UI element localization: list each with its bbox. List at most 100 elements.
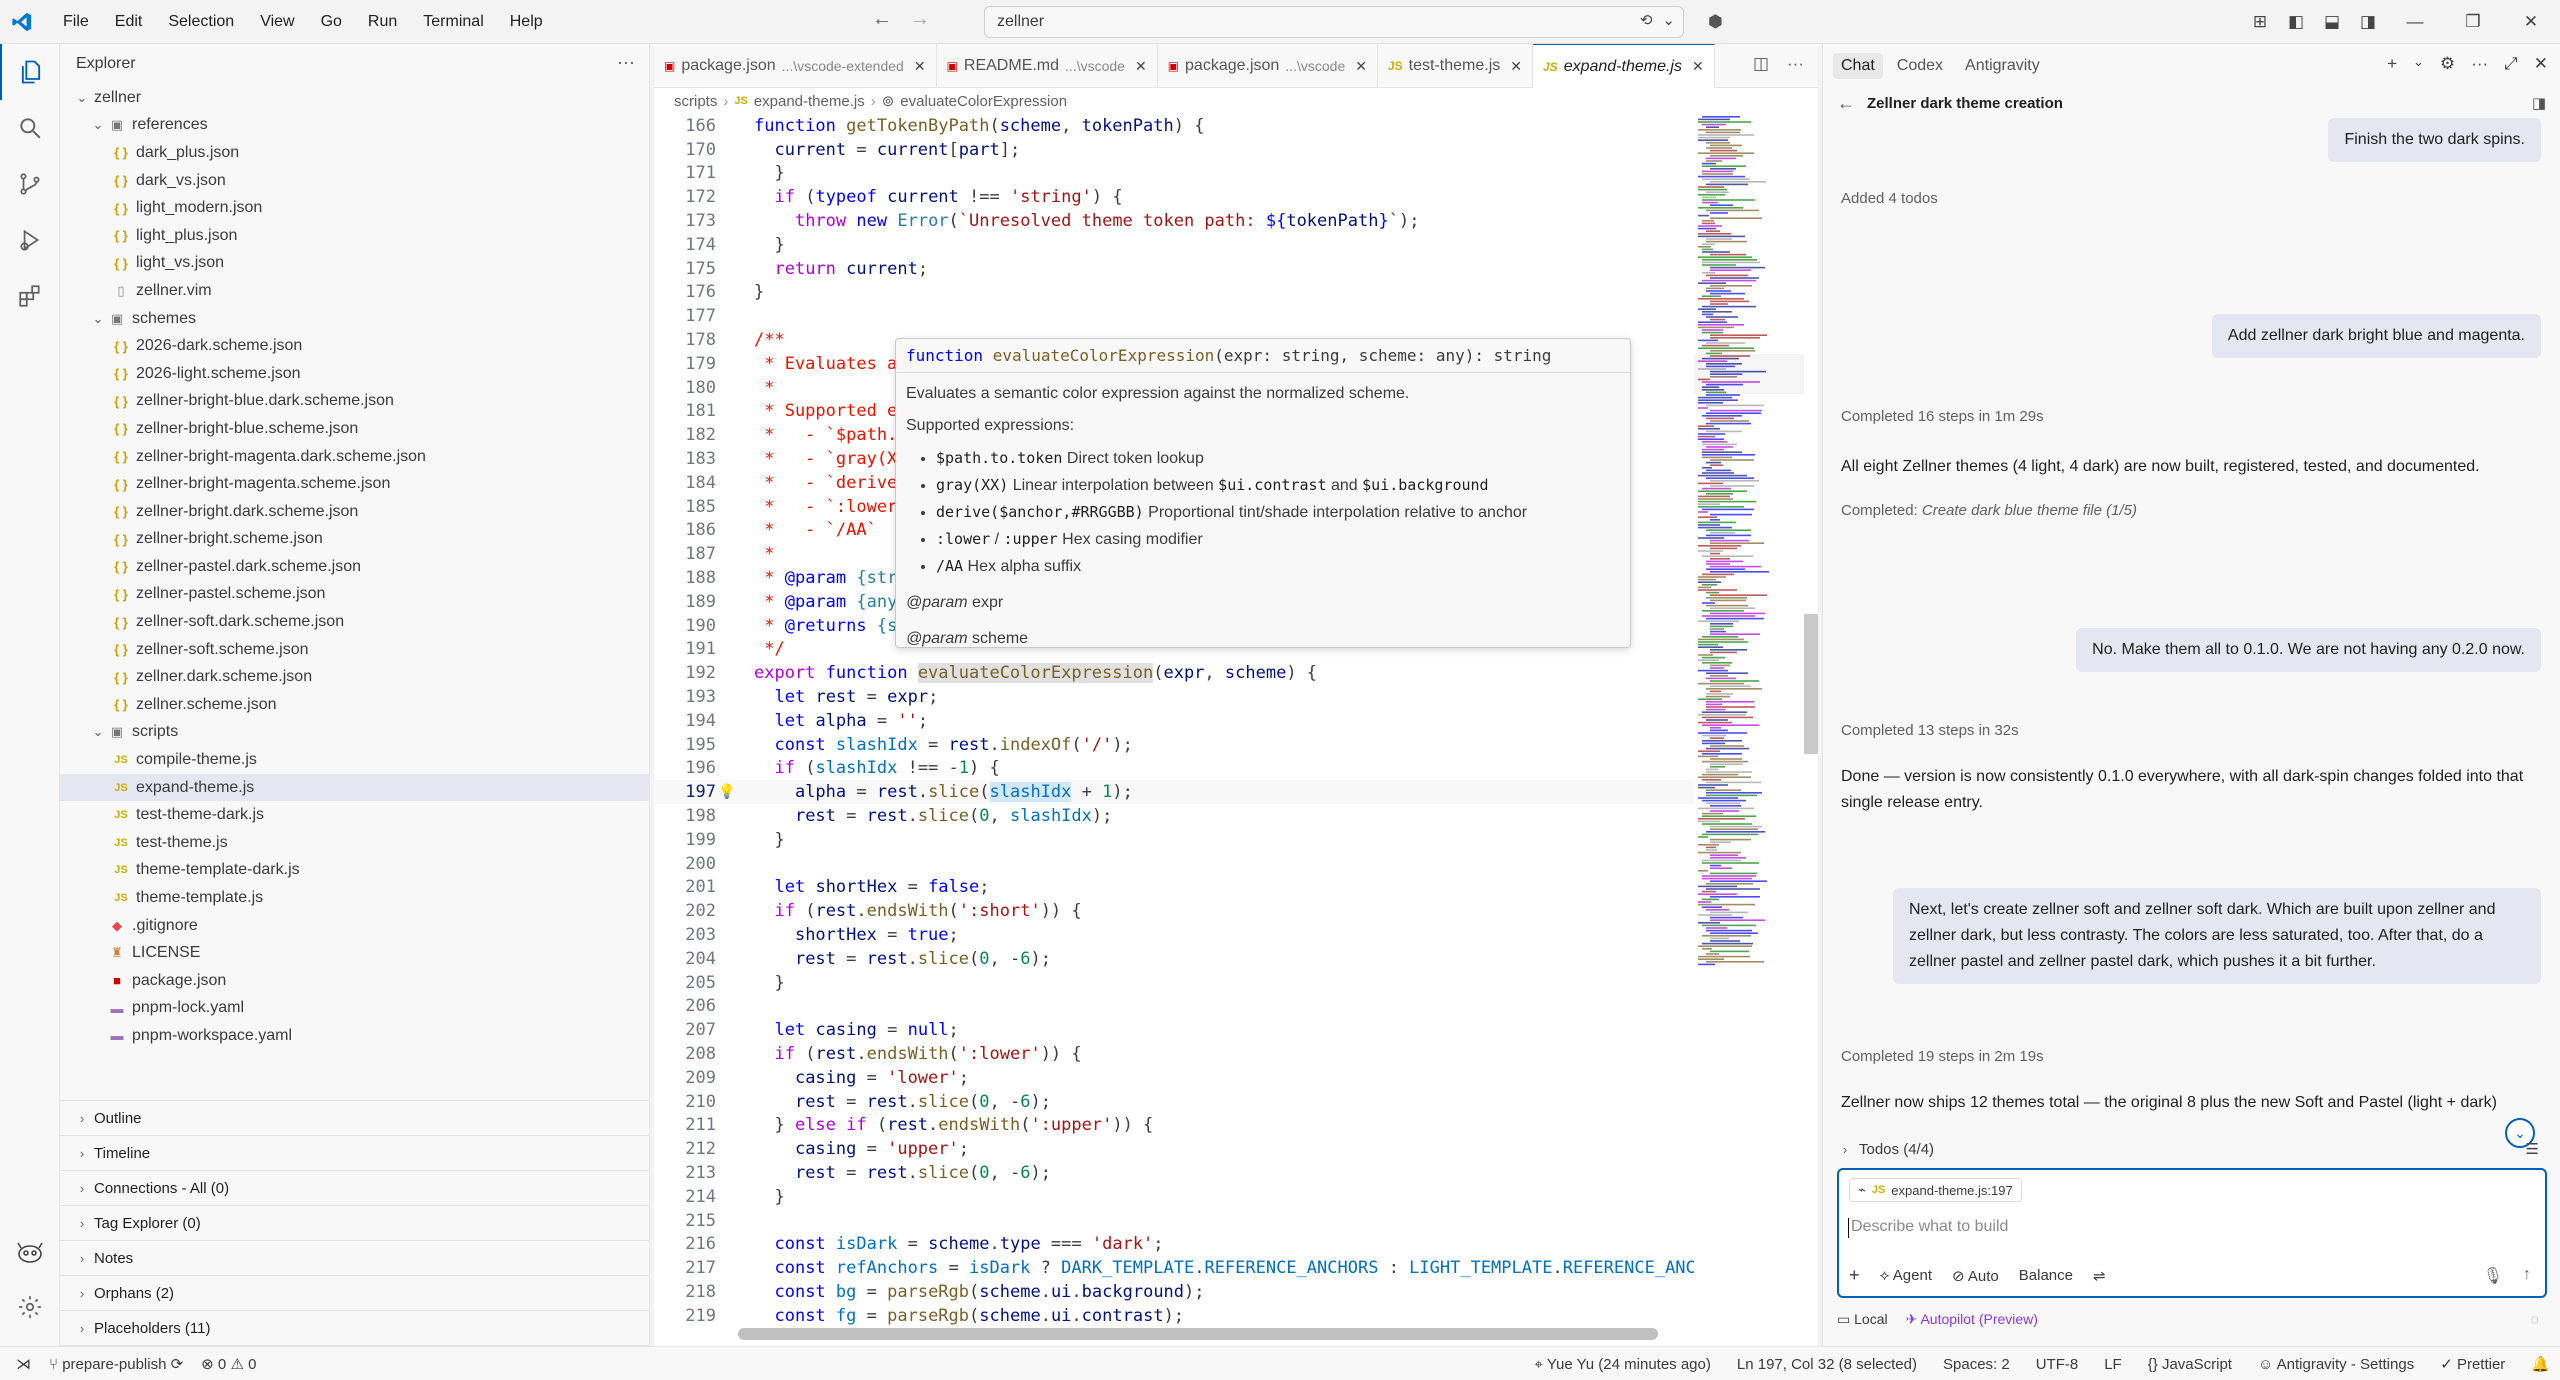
- sidebar-section-notes[interactable]: › Notes: [60, 1240, 649, 1275]
- extensions-icon[interactable]: [0, 268, 60, 324]
- tree-item[interactable]: ⌄ ▣ references: [60, 112, 649, 140]
- menu-item-terminal[interactable]: Terminal: [410, 0, 496, 44]
- editor-tab[interactable]: JS expand-theme.js ✕: [1533, 44, 1715, 88]
- chat-messages[interactable]: ⌄ Finish the two dark spins. Added 4 todo…: [1823, 118, 2560, 1178]
- menu-item-file[interactable]: File: [50, 0, 102, 44]
- more-tab-actions-icon[interactable]: ···: [1787, 54, 1804, 74]
- chevron-down-icon[interactable]: ⌄: [2413, 54, 2424, 74]
- settings-icon[interactable]: ⚙: [2440, 54, 2455, 74]
- context-chip[interactable]: ⌁ JS expand-theme.js:197: [1849, 1178, 2022, 1202]
- tree-item[interactable]: JS test-theme.js: [60, 829, 649, 857]
- shield-icon[interactable]: ⬢: [1708, 12, 1723, 32]
- close-tab-icon[interactable]: ✕: [1510, 58, 1522, 75]
- minimap[interactable]: [1694, 114, 1804, 1328]
- toggle-secondary-sidebar-icon[interactable]: ◨: [2350, 12, 2386, 32]
- tool-agent[interactable]: ⟡ Agent: [1880, 1267, 1932, 1284]
- tree-item[interactable]: { } dark_vs.json: [60, 167, 649, 195]
- problems-indicator[interactable]: ⊗ 0 ⚠ 0: [201, 1355, 256, 1373]
- tree-item[interactable]: ♜ LICENSE: [60, 939, 649, 967]
- vertical-scrollbar[interactable]: [1804, 114, 1818, 1328]
- search-icon[interactable]: [0, 100, 60, 156]
- prettier-indicator[interactable]: ✓ Prettier: [2440, 1355, 2505, 1373]
- tree-item[interactable]: ⌄ ▣ schemes: [60, 305, 649, 333]
- tree-item[interactable]: { } zellner-soft.scheme.json: [60, 636, 649, 664]
- antigravity-settings[interactable]: ☺ Antigravity - Settings: [2258, 1356, 2414, 1373]
- horizontal-scrollbar[interactable]: [738, 1328, 1658, 1340]
- tree-item[interactable]: { } 2026-light.scheme.json: [60, 360, 649, 388]
- tree-item[interactable]: ▯ zellner.vim: [60, 277, 649, 305]
- editor-tab[interactable]: ▣ package.json ...\vscode ✕: [1158, 44, 1378, 88]
- menu-item-help[interactable]: Help: [497, 0, 556, 44]
- customize-layout-icon[interactable]: ⊞: [2242, 12, 2278, 32]
- tree-item[interactable]: ▬ pnpm-workspace.yaml: [60, 1022, 649, 1050]
- end-of-line[interactable]: LF: [2104, 1356, 2122, 1373]
- tools-config-icon[interactable]: ⇌: [2093, 1267, 2106, 1285]
- more-chat-icon[interactable]: ···: [2471, 54, 2488, 74]
- remote-icon[interactable]: ⋊: [16, 1355, 31, 1373]
- tree-item[interactable]: { } dark_plus.json: [60, 139, 649, 167]
- tree-item[interactable]: ⌄ ▣ scripts: [60, 719, 649, 747]
- close-tab-icon[interactable]: ✕: [1135, 58, 1147, 75]
- tree-item[interactable]: { } zellner-bright.scheme.json: [60, 526, 649, 554]
- tree-item[interactable]: ◆ .gitignore: [60, 912, 649, 940]
- tree-item[interactable]: { } zellner-pastel.dark.scheme.json: [60, 553, 649, 581]
- run-debug-icon[interactable]: [0, 212, 60, 268]
- tree-item[interactable]: { } light_plus.json: [60, 222, 649, 250]
- tree-item[interactable]: JS test-theme-dark.js: [60, 801, 649, 829]
- close-tab-icon[interactable]: ✕: [1692, 58, 1704, 75]
- menu-item-edit[interactable]: Edit: [102, 0, 156, 44]
- menu-item-selection[interactable]: Selection: [155, 0, 247, 44]
- notifications-icon[interactable]: 🔔: [2531, 1355, 2550, 1373]
- maximize-icon[interactable]: ⤢: [2504, 54, 2518, 74]
- tree-item[interactable]: ▬ pnpm-lock.yaml: [60, 995, 649, 1023]
- new-chat-icon[interactable]: +: [2387, 54, 2397, 74]
- tree-root[interactable]: ⌄ zellner: [60, 84, 649, 112]
- toggle-sidebar-icon[interactable]: ◧: [2278, 12, 2314, 32]
- minimize-icon[interactable]: —: [2386, 12, 2444, 32]
- copilot-icon[interactable]: ⟲: [1640, 11, 1653, 29]
- split-editor-icon[interactable]: ◫: [1753, 54, 1769, 74]
- breadcrumb-item[interactable]: scripts: [674, 93, 717, 110]
- restore-icon[interactable]: ❐: [2444, 12, 2502, 32]
- tree-item[interactable]: JS compile-theme.js: [60, 746, 649, 774]
- tree-item[interactable]: { } zellner-bright-magenta.dark.scheme.js…: [60, 443, 649, 471]
- sidebar-section-connections-all-0[interactable]: › Connections - All (0): [60, 1170, 649, 1205]
- more-actions-icon[interactable]: ···: [617, 52, 635, 73]
- sidebar-section-outline[interactable]: › Outline: [60, 1100, 649, 1135]
- chat-input-box[interactable]: ⌁ JS expand-theme.js:197 Describe what t…: [1837, 1168, 2547, 1298]
- breadcrumb-item[interactable]: expand-theme.js: [754, 93, 865, 110]
- chevron-down-icon[interactable]: ⌄: [1662, 11, 1675, 29]
- command-center[interactable]: zellner ⟲ ⌄: [984, 6, 1684, 38]
- editor-tab[interactable]: JS test-theme.js ✕: [1378, 44, 1533, 88]
- breadcrumb-item[interactable]: evaluateColorExpression: [900, 93, 1067, 110]
- send-icon[interactable]: ↑: [2523, 1266, 2531, 1286]
- tree-item[interactable]: { } zellner-bright.dark.scheme.json: [60, 498, 649, 526]
- encoding[interactable]: UTF-8: [2036, 1356, 2079, 1373]
- forward-arrow-icon[interactable]: →: [910, 8, 930, 31]
- scrollbar-thumb[interactable]: [1804, 614, 1818, 754]
- back-arrow-icon[interactable]: ←: [872, 8, 892, 31]
- lightbulb-icon[interactable]: 💡: [716, 784, 738, 800]
- tree-item[interactable]: { } zellner-soft.dark.scheme.json: [60, 608, 649, 636]
- back-arrow-icon[interactable]: ←: [1837, 93, 1855, 114]
- sidebar-section-timeline[interactable]: › Timeline: [60, 1135, 649, 1170]
- menu-item-view[interactable]: View: [247, 0, 307, 44]
- clear-todos-icon[interactable]: ☰: [2526, 1140, 2539, 1158]
- tree-item[interactable]: { } zellner-bright-blue.scheme.json: [60, 415, 649, 443]
- tool-balance[interactable]: Balance: [2019, 1267, 2073, 1284]
- chat-input[interactable]: Describe what to build: [1847, 1218, 2008, 1238]
- close-tab-icon[interactable]: ✕: [1355, 58, 1367, 75]
- tree-item[interactable]: { } zellner-bright-magenta.scheme.json: [60, 470, 649, 498]
- close-panel-icon[interactable]: ✕: [2534, 54, 2548, 74]
- indentation[interactable]: Spaces: 2: [1943, 1356, 2010, 1373]
- close-window-icon[interactable]: ✕: [2502, 12, 2560, 32]
- tree-item[interactable]: ■ package.json: [60, 967, 649, 995]
- toggle-panel-icon[interactable]: ⬓: [2314, 12, 2350, 32]
- blame-indicator[interactable]: ⌖ Yue Yu (24 minutes ago): [1535, 1356, 1711, 1373]
- tool-auto[interactable]: ⊘ Auto: [1952, 1267, 1999, 1285]
- tree-item[interactable]: JS theme-template-dark.js: [60, 857, 649, 885]
- todos-bar[interactable]: › Todos (4/4) ☰: [1837, 1132, 2547, 1166]
- chat-tab-antigravity[interactable]: Antigravity: [1957, 53, 2048, 79]
- sidebar-section-orphans-2[interactable]: › Orphans (2): [60, 1275, 649, 1310]
- settings-gear-icon[interactable]: [0, 1294, 60, 1320]
